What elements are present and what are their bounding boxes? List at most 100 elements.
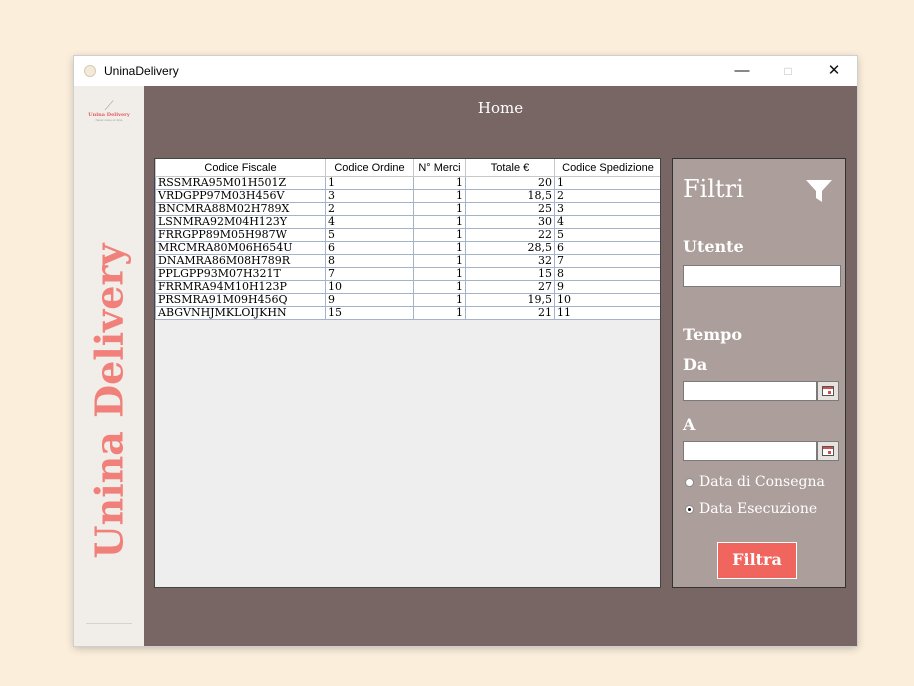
table-cell[interactable]: 1 <box>413 280 466 294</box>
table-cell[interactable]: 6 <box>325 241 414 255</box>
radio-label-esecuzione: Data Esecuzione <box>699 501 818 517</box>
table-cell[interactable]: 8 <box>325 254 414 268</box>
table-cell[interactable]: 5 <box>325 228 414 242</box>
table-cell[interactable]: 4 <box>325 215 414 229</box>
table-cell[interactable]: 6 <box>554 241 660 255</box>
table-cell[interactable]: 11 <box>554 306 660 320</box>
sidebar-divider <box>86 623 132 624</box>
table-cell[interactable]: 15 <box>325 306 414 320</box>
table-cell[interactable]: 3 <box>554 202 660 216</box>
table-header-row: Codice Fiscale Codice Ordine N° Merci To… <box>155 159 660 177</box>
table-row[interactable]: ABGVNHJMKLOIJKHN 15 1 21 11 <box>155 306 660 320</box>
table-cell[interactable]: PPLGPP93M07H321T <box>155 267 326 281</box>
table-cell[interactable]: 8 <box>554 267 660 281</box>
column-header-totale[interactable]: Totale € <box>465 159 555 177</box>
table-cell[interactable]: 1 <box>413 176 466 190</box>
page-title: Home <box>477 99 524 117</box>
table-cell[interactable]: 1 <box>413 228 466 242</box>
table-row[interactable]: PRSMRA91M09H456Q 9 1 19,5 10 <box>155 293 660 307</box>
table-cell[interactable]: 7 <box>325 267 414 281</box>
table-row[interactable]: VRDGPP97M03H456V 3 1 18,5 2 <box>155 189 660 203</box>
table-cell[interactable]: 20 <box>465 176 555 190</box>
table-cell[interactable]: 5 <box>554 228 660 242</box>
table-cell[interactable]: MRCMRA80M06H654U <box>155 241 326 255</box>
table-cell[interactable]: 7 <box>554 254 660 268</box>
column-header-n-merci[interactable]: N° Merci <box>413 159 466 177</box>
table-cell[interactable]: 1 <box>413 215 466 229</box>
date-to-calendar-button[interactable] <box>817 441 839 461</box>
maximize-button[interactable]: □ <box>765 56 811 86</box>
table-row[interactable]: DNAMRA86M08H789R 8 1 32 7 <box>155 254 660 268</box>
date-from-input[interactable] <box>683 381 817 401</box>
column-header-codice-ordine[interactable]: Codice Ordine <box>325 159 414 177</box>
table-cell[interactable]: ABGVNHJMKLOIJKHN <box>155 306 326 320</box>
title-bar[interactable]: UninaDelivery — □ ✕ <box>74 56 857 86</box>
logo: ⟋ Unina Delivery Never come on time <box>86 98 132 132</box>
table-cell[interactable]: 1 <box>325 176 414 190</box>
table-cell[interactable]: 30 <box>465 215 555 229</box>
table-cell[interactable]: 2 <box>325 202 414 216</box>
tempo-label: Tempo <box>683 325 743 344</box>
table-cell[interactable]: FRRMRA94M10H123P <box>155 280 326 294</box>
table-cell[interactable]: 25 <box>465 202 555 216</box>
table-row[interactable]: PPLGPP93M07H321T 7 1 15 8 <box>155 267 660 281</box>
table-cell[interactable]: 19,5 <box>465 293 555 307</box>
table-cell[interactable]: 18,5 <box>465 189 555 203</box>
table-row[interactable]: LSNMRA92M04H123Y 4 1 30 4 <box>155 215 660 229</box>
utente-label: Utente <box>683 237 744 256</box>
radio-button-esecuzione[interactable] <box>685 505 694 514</box>
filter-panel: Filtri Utente Tempo Da A Data di Consegn… <box>672 158 846 588</box>
table-row[interactable]: MRCMRA80M06H654U 6 1 28,5 6 <box>155 241 660 255</box>
logo-mark-icon: ⟋ <box>104 98 114 113</box>
da-label: Da <box>683 355 708 374</box>
table-cell[interactable]: DNAMRA86M08H789R <box>155 254 326 268</box>
table-cell[interactable]: 3 <box>325 189 414 203</box>
table-cell[interactable]: 22 <box>465 228 555 242</box>
funnel-icon <box>806 180 832 202</box>
app-window: UninaDelivery — □ ✕ ⟋ Unina Delivery Nev… <box>74 56 857 646</box>
utente-input[interactable] <box>683 265 841 287</box>
minimize-button[interactable]: — <box>719 56 765 86</box>
table-cell[interactable]: RSSMRA95M01H501Z <box>155 176 326 190</box>
table-row[interactable]: FRRMRA94M10H123P 10 1 27 9 <box>155 280 660 294</box>
table-cell[interactable]: 1 <box>413 254 466 268</box>
table-cell[interactable]: 9 <box>325 293 414 307</box>
table-cell[interactable]: 1 <box>413 241 466 255</box>
table-cell[interactable]: 15 <box>465 267 555 281</box>
table-cell[interactable]: 10 <box>554 293 660 307</box>
table-cell[interactable]: 27 <box>465 280 555 294</box>
column-header-codice-fiscale[interactable]: Codice Fiscale <box>155 159 326 177</box>
table-row[interactable]: RSSMRA95M01H501Z 1 1 20 1 <box>155 176 660 190</box>
table-cell[interactable]: 28,5 <box>465 241 555 255</box>
table-cell[interactable]: 32 <box>465 254 555 268</box>
table-cell[interactable]: 9 <box>554 280 660 294</box>
table-cell[interactable]: FRRGPP89M05H987W <box>155 228 326 242</box>
radio-button-consegna[interactable] <box>685 478 694 487</box>
table-cell[interactable]: 1 <box>413 306 466 320</box>
table-cell[interactable]: 4 <box>554 215 660 229</box>
table-cell[interactable]: VRDGPP97M03H456V <box>155 189 326 203</box>
table-cell[interactable]: 10 <box>325 280 414 294</box>
brand-title: Unina Delivery <box>86 243 132 559</box>
table-cell[interactable]: BNCMRA88M02H789X <box>155 202 326 216</box>
orders-table[interactable]: Codice Fiscale Codice Ordine N° Merci To… <box>155 159 660 320</box>
table-cell[interactable]: 21 <box>465 306 555 320</box>
date-to-input[interactable] <box>683 441 817 461</box>
table-cell[interactable]: 1 <box>413 293 466 307</box>
table-cell[interactable]: 1 <box>413 267 466 281</box>
table-row[interactable]: BNCMRA88M02H789X 2 1 25 3 <box>155 202 660 216</box>
table-cell[interactable]: 2 <box>554 189 660 203</box>
date-from-calendar-button[interactable] <box>817 381 839 401</box>
table-cell[interactable]: LSNMRA92M04H123Y <box>155 215 326 229</box>
table-cell[interactable]: PRSMRA91M09H456Q <box>155 293 326 307</box>
app-icon <box>84 65 96 77</box>
table-cell[interactable]: 1 <box>413 202 466 216</box>
table-row[interactable]: FRRGPP89M05H987W 5 1 22 5 <box>155 228 660 242</box>
radio-label-consegna: Data di Consegna <box>699 474 825 490</box>
table-cell[interactable]: 1 <box>554 176 660 190</box>
column-header-codice-spedizione[interactable]: Codice Spedizione <box>554 159 660 177</box>
filtra-button[interactable]: Filtra <box>717 542 797 579</box>
orders-table-panel[interactable]: Codice Fiscale Codice Ordine N° Merci To… <box>154 158 661 588</box>
close-button[interactable]: ✕ <box>811 56 857 86</box>
table-cell[interactable]: 1 <box>413 189 466 203</box>
